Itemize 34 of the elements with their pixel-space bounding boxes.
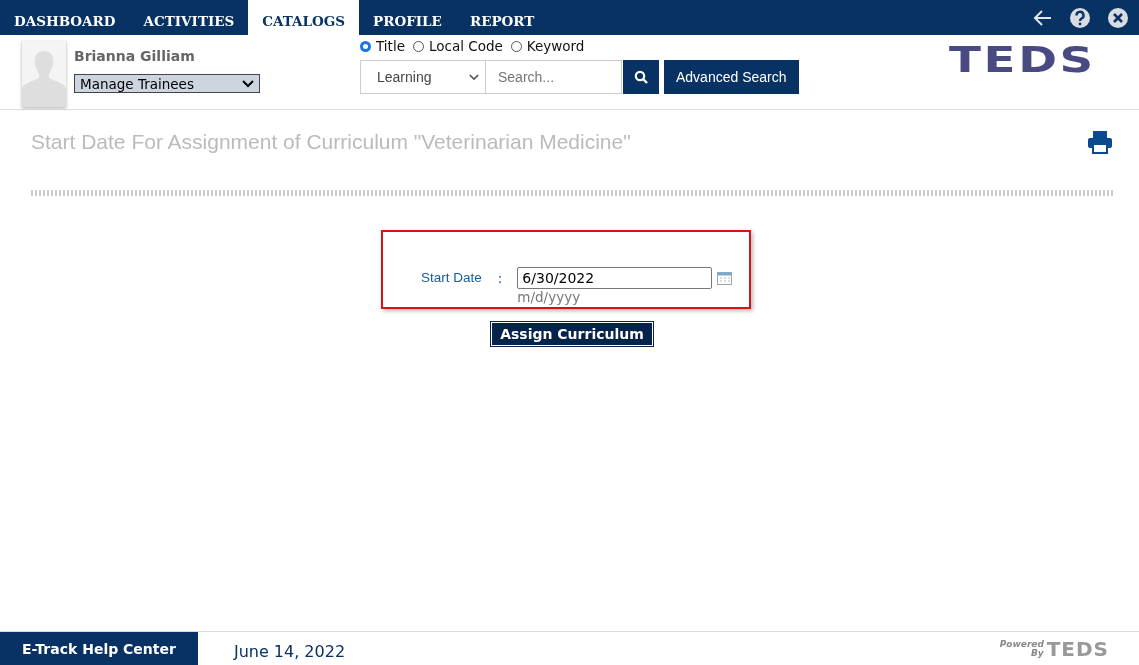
separator: : [497,270,503,286]
logo: TEDS [949,39,1096,80]
help-icon[interactable] [1069,6,1091,29]
avatar-icon [22,41,66,107]
footer-date: June 14, 2022 [233,642,346,661]
date-format-hint: m/d/yyyy [517,289,582,305]
powered-by-text: Powered By [999,639,1044,658]
chevron-icon [469,73,479,81]
nav-tab[interactable]: ACTIVITIES [129,0,249,35]
nav-tab[interactable]: REPORT [455,0,549,35]
advanced-search-button[interactable]: Advanced Search [664,60,799,94]
radio-button[interactable] [360,40,371,52]
nav-tab[interactable]: PROFILE [359,0,456,35]
nav-tab[interactable]: DASHBOARD [0,0,130,35]
assign-curriculum-button[interactable]: Assign Curriculum [491,322,653,346]
radio-label: Title [376,38,405,54]
radio-label: Keyword [526,38,585,54]
search-icon [634,70,648,84]
page-title: Start Date For Assignment of Curriculum "Veterinarian Medicine" [31,130,631,154]
search-button[interactable] [623,60,659,94]
date-field[interactable]: 6/30/2022 [517,267,713,289]
category-dropdown[interactable]: Learning [360,60,486,94]
field-label: Start Date [421,270,482,285]
print-icon[interactable] [1087,130,1113,154]
user-name: Brianna Gilliam [74,48,196,64]
radio-label: Local Code [428,38,503,54]
search-field[interactable]: Search... [486,60,622,94]
back-arrow-icon[interactable] [1033,8,1053,27]
close-icon[interactable] [1107,6,1129,29]
help-center-link[interactable]: E-Track Help Center [0,632,198,665]
footer-logo: TEDS [1046,636,1109,661]
role-dropdown[interactable]: Manage Trainees [74,74,260,93]
nav-tab[interactable]: CATALOGS [248,0,360,35]
chevron-icon [242,79,254,88]
